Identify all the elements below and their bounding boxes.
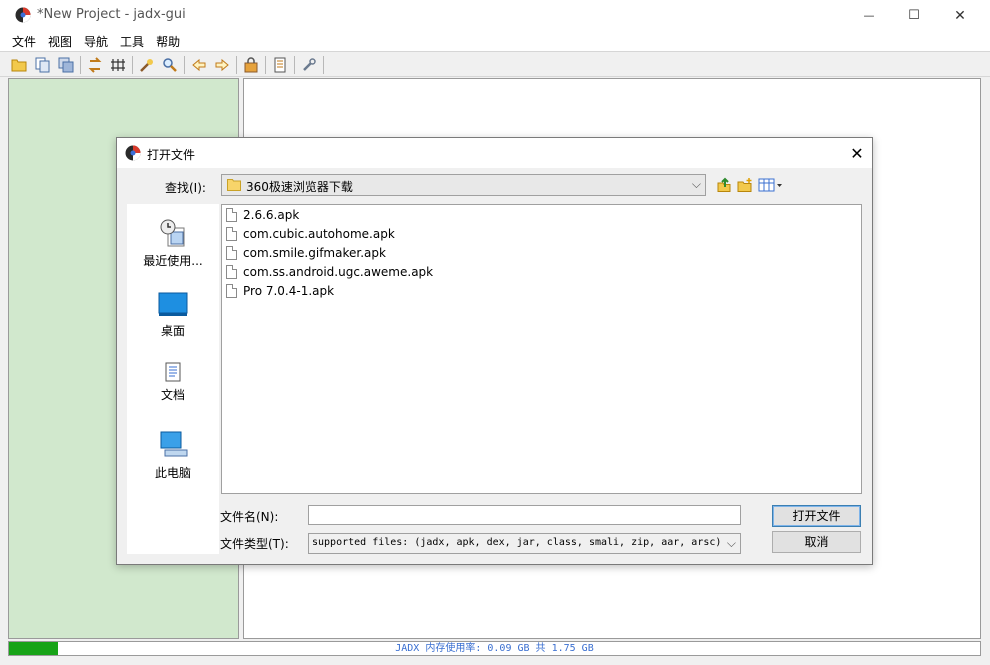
forward-icon[interactable]	[213, 56, 231, 74]
jadx-app-icon	[125, 145, 141, 161]
chevron-down-icon: ⌵	[691, 177, 701, 191]
menu-tools[interactable]: 工具	[114, 33, 150, 50]
up-one-level-icon[interactable]	[715, 176, 733, 194]
save-all-icon[interactable]	[57, 56, 75, 74]
file-name-label: 文件名(N):	[220, 510, 279, 524]
list-item[interactable]: com.ss.android.ugc.aweme.apk	[226, 262, 433, 281]
toolbar-separator	[184, 56, 185, 74]
look-in-value: 360极速浏览器下载	[246, 180, 353, 194]
place-label: 文档	[160, 388, 185, 402]
folder-icon	[227, 179, 241, 191]
close-button[interactable]: ✕	[937, 0, 983, 31]
documents-icon	[165, 362, 181, 382]
jadx-app-icon	[15, 7, 31, 23]
file-icon	[226, 264, 237, 279]
place-label: 最近使用...	[143, 254, 203, 268]
cancel-button[interactable]: 取消	[772, 531, 861, 553]
window-title: *New Project - jadx-gui	[37, 7, 186, 22]
open-file-icon[interactable]	[10, 56, 28, 74]
file-type-label: 文件类型(T):	[220, 537, 289, 551]
menu-navigation[interactable]: 导航	[78, 33, 114, 50]
preferences-icon[interactable]	[300, 56, 318, 74]
maximize-button[interactable]: ☐	[891, 0, 937, 31]
this-pc-icon	[160, 431, 188, 457]
file-icon	[226, 207, 237, 222]
place-recent[interactable]: 最近使用...	[127, 218, 219, 269]
file-icon	[226, 226, 237, 241]
list-item[interactable]: Pro 7.0.4-1.apk	[226, 281, 334, 300]
file-icon	[226, 245, 237, 260]
log-viewer-icon[interactable]	[271, 56, 289, 74]
look-in-dropdown[interactable]: 360极速浏览器下载 ⌵	[221, 174, 706, 196]
file-name: com.cubic.autohome.apk	[243, 226, 395, 241]
toolbar	[0, 51, 990, 77]
flatten-packages-icon[interactable]	[109, 56, 127, 74]
menu-bar: 文件 视图 导航 工具 帮助	[0, 31, 990, 51]
list-item[interactable]: com.cubic.autohome.apk	[226, 224, 395, 243]
dialog-title-bar: 打开文件 ✕	[117, 138, 872, 168]
back-icon[interactable]	[190, 56, 208, 74]
list-item[interactable]: 2.6.6.apk	[226, 205, 299, 224]
place-this-pc[interactable]: 此电脑	[127, 430, 219, 481]
look-in-label: 查找(I):	[165, 181, 206, 195]
chevron-down-icon: ⌵	[726, 536, 736, 550]
file-name: Pro 7.0.4-1.apk	[243, 283, 335, 298]
places-bar: 最近使用... 桌面 文档 此电脑	[127, 204, 219, 554]
dialog-title: 打开文件	[147, 148, 196, 162]
sync-tree-icon[interactable]	[86, 56, 104, 74]
status-bar: JADX 内存使用率: 0.09 GB 共 1.75 GB	[8, 641, 981, 656]
file-type-value: supported files: (jadx, apk, dex, jar, c…	[312, 537, 722, 548]
view-menu-icon[interactable]	[757, 176, 783, 194]
desktop-icon	[158, 292, 188, 316]
menu-view[interactable]: 视图	[42, 33, 78, 50]
toolbar-separator	[294, 56, 295, 74]
title-bar: *New Project - jadx-gui — ☐ ✕	[0, 0, 990, 31]
open-file-dialog: 打开文件 ✕ 查找(I): 360极速浏览器下载 ⌵ 最近使用... 桌面 文档…	[116, 137, 873, 565]
open-button[interactable]: 打开文件	[772, 505, 861, 527]
toolbar-separator	[323, 56, 324, 74]
file-name: 2.6.6.apk	[243, 207, 300, 222]
toolbar-separator	[80, 56, 81, 74]
minimize-button[interactable]: —	[846, 0, 892, 31]
file-list[interactable]: 2.6.6.apk com.cubic.autohome.apk com.smi…	[221, 204, 862, 494]
list-item[interactable]: com.smile.gifmaker.apk	[226, 243, 386, 262]
file-name-input[interactable]	[308, 505, 741, 525]
toolbar-separator	[132, 56, 133, 74]
toolbar-separator	[265, 56, 266, 74]
deobfuscation-icon[interactable]	[242, 56, 260, 74]
menu-help[interactable]: 帮助	[150, 33, 186, 50]
text-search-icon[interactable]	[138, 56, 156, 74]
memory-usage-text: JADX 内存使用率: 0.09 GB 共 1.75 GB	[395, 643, 594, 654]
file-type-dropdown[interactable]: supported files: (jadx, apk, dex, jar, c…	[308, 533, 741, 554]
place-documents[interactable]: 文档	[127, 362, 219, 403]
place-label: 此电脑	[154, 466, 191, 480]
file-name: com.smile.gifmaker.apk	[243, 245, 386, 260]
recent-items-icon	[160, 219, 185, 247]
menu-file[interactable]: 文件	[6, 33, 42, 50]
place-desktop[interactable]: 桌面	[127, 292, 219, 339]
place-label: 桌面	[160, 324, 185, 338]
file-icon	[226, 283, 237, 298]
dialog-close-button[interactable]: ✕	[842, 138, 872, 168]
toolbar-separator	[236, 56, 237, 74]
file-name: com.ss.android.ugc.aweme.apk	[243, 264, 434, 279]
add-files-icon[interactable]	[34, 56, 52, 74]
new-folder-icon[interactable]	[736, 176, 754, 194]
class-search-icon[interactable]	[161, 56, 179, 74]
